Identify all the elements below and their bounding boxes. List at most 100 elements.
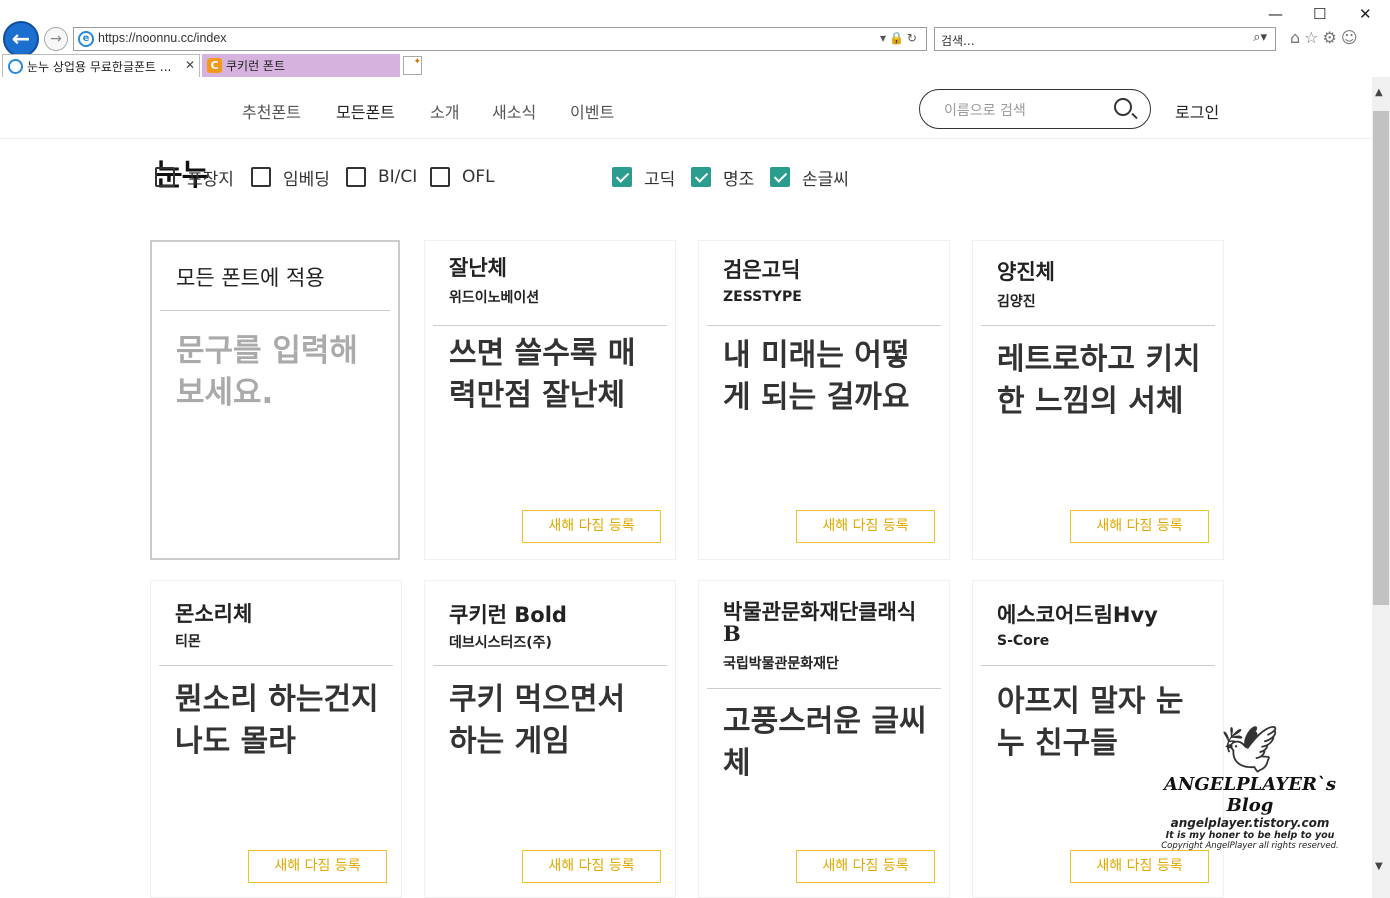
login-link[interactable]: 로그인	[1175, 99, 1219, 123]
tab-cookierun[interactable]: C 쿠키런 폰트	[202, 54, 400, 77]
font-name[interactable]: 몬소리체	[175, 603, 252, 625]
font-card[interactable]: 박물관문화재단클래식B 국립박물관문화재단 고풍스러운 글씨체 새해 다짐 등록	[698, 580, 950, 898]
filter-bici[interactable]: BI/CI	[346, 164, 417, 190]
search-icon[interactable]: ⌕▾	[1253, 30, 1267, 45]
sample-text-input[interactable]: 문구를 입력해 보세요.	[176, 330, 386, 414]
register-button[interactable]: 새해 다짐 등록	[796, 850, 935, 883]
font-name[interactable]: 양진체	[997, 261, 1055, 283]
browser-chrome: ← → e https://noonnu.cc/index ▾🔒↻ 검색... …	[0, 0, 1390, 77]
divider	[707, 325, 941, 326]
font-card[interactable]: 쿠키런 Bold 데브시스터즈(주) 쿠키 먹으면서 하는 게임 새해 다짐 등…	[424, 580, 676, 898]
watermark-line2: Copyright AngelPlayer all rights reserve…	[1161, 841, 1339, 851]
watermark-title: ANGELPLAYER`s Blog	[1163, 774, 1337, 816]
divider	[981, 665, 1215, 666]
watermark-line1: It is my honer to be help to you	[1165, 830, 1335, 841]
filter-wrapping[interactable]: 포장지	[155, 164, 234, 190]
filter-gothic[interactable]: 고딕	[612, 164, 675, 190]
font-maker: 김양진	[997, 294, 1036, 310]
filter-label: OFL	[462, 167, 495, 187]
font-name[interactable]: 쿠키런 Bold	[449, 604, 567, 626]
checkbox[interactable]	[346, 167, 366, 187]
browser-search-box[interactable]: 검색... ⌕▾	[934, 27, 1276, 51]
filter-label: 포장지	[187, 169, 234, 190]
checkbox[interactable]	[251, 167, 271, 187]
font-maker: 위드이노베이션	[449, 290, 540, 306]
scroll-down-icon[interactable]: ▼	[1375, 861, 1383, 872]
nav-recommended[interactable]: 추천폰트	[242, 99, 301, 123]
checkbox-checked[interactable]	[612, 167, 632, 187]
font-sample: 뭔소리 하는건지 나도 몰라	[175, 682, 379, 759]
address-bar[interactable]: e https://noonnu.cc/index ▾🔒↻	[73, 27, 927, 51]
close-window-button[interactable]: ✕	[1359, 5, 1372, 23]
divider	[981, 325, 1215, 326]
apply-all-box[interactable]: 모든 폰트에 적용 문구를 입력해 보세요.	[150, 240, 400, 560]
register-button[interactable]: 새해 다짐 등록	[1070, 510, 1209, 543]
vertical-scrollbar[interactable]: ▲ ▼	[1372, 77, 1390, 898]
apply-all-title: 모든 폰트에 적용	[176, 266, 325, 290]
checkbox-checked[interactable]	[691, 167, 711, 187]
font-name[interactable]: 잘난체	[449, 257, 507, 279]
divider	[707, 688, 941, 689]
font-card[interactable]: 몬소리체 티몬 뭔소리 하는건지 나도 몰라 새해 다짐 등록	[150, 580, 402, 898]
watermark: 🕊 ANGELPLAYER`s Blog angelplayer.tistory…	[1150, 724, 1350, 851]
nav-all-fonts[interactable]: 모든폰트	[336, 99, 395, 123]
close-tab-icon[interactable]: ✕	[185, 58, 195, 72]
filter-handwriting[interactable]: 손글씨	[770, 164, 849, 190]
filter-label: 임베딩	[283, 169, 330, 190]
font-name[interactable]: 검은고딕	[723, 259, 800, 281]
ie-icon: e	[78, 31, 94, 47]
ie-tab-icon	[8, 59, 23, 74]
font-sample: 레트로하고 키치한 느낌의 서체	[997, 342, 1201, 419]
font-maker: 티몬	[175, 634, 201, 650]
scrollbar-thumb[interactable]	[1373, 111, 1389, 605]
angel-bird-logo: 🕊	[1220, 722, 1280, 776]
filter-ofl[interactable]: OFL	[430, 164, 495, 190]
font-maker: 국립박물관문화재단	[723, 656, 839, 672]
font-sample: 내 미래는 어떻게 되는 걸까요	[723, 338, 910, 415]
tab-label: 쿠키런 폰트	[226, 59, 286, 73]
nav-event[interactable]: 이벤트	[570, 99, 614, 123]
filter-embedding[interactable]: 임베딩	[251, 164, 330, 190]
browser-search-placeholder: 검색...	[941, 34, 975, 48]
minimize-button[interactable]: —	[1268, 5, 1283, 23]
tab-strip: 눈누 상업용 무료한글폰트 ... ✕ C 쿠키런 폰트 ✦	[0, 54, 1390, 77]
font-card[interactable]: 검은고딕 ZESSTYPE 내 미래는 어떻게 되는 걸까요 새해 다짐 등록	[698, 240, 950, 560]
filter-myeongjo[interactable]: 명조	[691, 164, 754, 190]
address-controls[interactable]: ▾🔒↻	[880, 31, 920, 45]
register-button[interactable]: 새해 다짐 등록	[522, 850, 661, 883]
maximize-button[interactable]: ☐	[1313, 5, 1326, 23]
new-tab-button[interactable]: ✦	[403, 56, 422, 75]
tab-noonnu[interactable]: 눈누 상업용 무료한글폰트 ... ✕	[2, 54, 200, 77]
tab-label: 눈누 상업용 무료한글폰트 ...	[27, 60, 172, 74]
divider	[433, 325, 667, 326]
font-maker: ZESSTYPE	[723, 289, 802, 305]
checkbox[interactable]	[430, 167, 450, 187]
register-button[interactable]: 새해 다짐 등록	[796, 510, 935, 543]
divider	[433, 665, 667, 666]
cookierun-tab-icon: C	[207, 58, 222, 73]
forward-button[interactable]: →	[44, 27, 68, 51]
watermark-url: angelplayer.tistory.com	[1170, 816, 1330, 830]
register-button[interactable]: 새해 다짐 등록	[522, 510, 661, 543]
scroll-up-icon[interactable]: ▲	[1375, 87, 1383, 98]
register-button[interactable]: 새해 다짐 등록	[248, 850, 387, 883]
font-name[interactable]: 에스코어드림Hvy	[997, 604, 1158, 626]
checkbox[interactable]	[155, 167, 175, 187]
font-search-input[interactable]: 이름으로 검색	[919, 89, 1151, 129]
nav-news[interactable]: 새소식	[492, 99, 536, 123]
filter-label: BI/CI	[378, 167, 418, 187]
toolbar-icons[interactable]: ⌂☆⚙☺	[1290, 28, 1362, 47]
font-sample: 쿠키 먹으면서 하는 게임	[449, 682, 626, 759]
register-button[interactable]: 새해 다짐 등록	[1070, 850, 1209, 883]
back-button[interactable]: ←	[3, 21, 39, 57]
search-icon[interactable]	[1114, 98, 1132, 116]
font-card[interactable]: 잘난체 위드이노베이션 쓰면 쓸수록 매력만점 잘난체 새해 다짐 등록	[424, 240, 676, 560]
divider	[159, 665, 393, 666]
checkbox-checked[interactable]	[770, 167, 790, 187]
font-name[interactable]: 박물관문화재단클래식B	[723, 601, 923, 645]
url-text[interactable]: https://noonnu.cc/index	[98, 31, 227, 45]
font-maker: 데브시스터즈(주)	[449, 635, 552, 651]
divider	[160, 310, 390, 311]
font-card[interactable]: 양진체 김양진 레트로하고 키치한 느낌의 서체 새해 다짐 등록	[972, 240, 1224, 560]
nav-about[interactable]: 소개	[430, 99, 459, 123]
